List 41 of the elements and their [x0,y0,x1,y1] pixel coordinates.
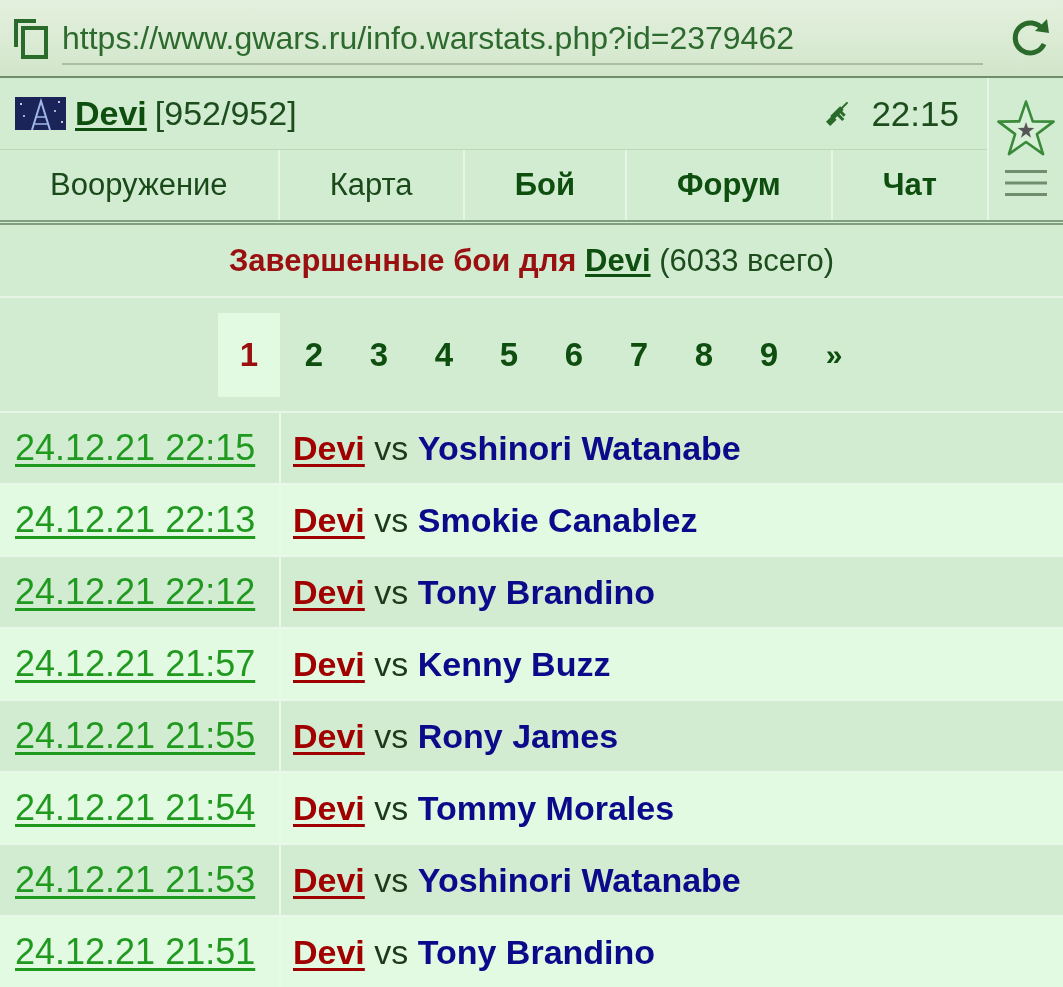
player-link[interactable]: Devi [293,500,365,539]
player-link[interactable]: Devi [293,572,365,611]
page-link[interactable]: 6 [543,312,605,397]
nav-link[interactable]: Чат [832,150,987,220]
battle-participants: Devi vs Tony Brandino [293,572,656,612]
page-link[interactable]: 7 [608,312,670,397]
page-link[interactable]: 5 [478,312,540,397]
battle-participants: Devi vs Smokie Canablez [293,500,698,540]
url-field[interactable]: https://www.gwars.ru/info.warstats.php?id=2379462 [62,19,983,65]
player-link[interactable]: Devi [585,242,651,278]
page-link[interactable]: 3 [348,312,410,397]
battle-participants: Devi vs Rony James [293,716,619,756]
page-link[interactable]: 9 [738,312,800,397]
nav-link[interactable]: Вооружение [0,150,280,220]
page-link[interactable]: 4 [413,312,475,397]
star-icon[interactable] [997,99,1055,157]
player-link[interactable]: Devi [293,860,365,899]
battle-participants: Devi vs Yoshinori Watanabe [293,428,741,468]
battle-participants: Devi vs Tommy Morales [293,788,675,828]
nav-link[interactable]: Форум [627,150,833,220]
battle-participants: Devi vs Kenny Buzz [293,644,611,684]
clock-time: 22:15 [871,93,959,134]
page-link[interactable]: 2 [283,312,345,397]
avatar-image [15,97,66,130]
nav-link[interactable]: Карта [279,150,465,220]
battle-participants: Devi vs Tony Brandino [293,932,656,972]
page-link[interactable]: 8 [673,312,735,397]
player-link[interactable]: Devi [75,94,147,133]
nav-link[interactable]: Бой [464,150,627,220]
player-link[interactable]: Devi [293,428,365,467]
player-link[interactable]: Devi [293,932,365,971]
battle-participants: Devi vs Yoshinori Watanabe [293,860,741,900]
battles-heading: Завершенные бои для Devi (6033 всего) [228,242,835,279]
player-link[interactable]: Devi [293,788,365,827]
health-text: [952/952] [154,94,297,133]
next-page-link[interactable]: » [803,312,865,397]
player-link[interactable]: Devi [293,716,365,755]
copy-icon[interactable] [12,17,48,59]
menu-icon[interactable] [1005,169,1047,197]
page-link[interactable]: 1 [218,312,280,397]
player-link[interactable]: Devi [293,644,365,683]
